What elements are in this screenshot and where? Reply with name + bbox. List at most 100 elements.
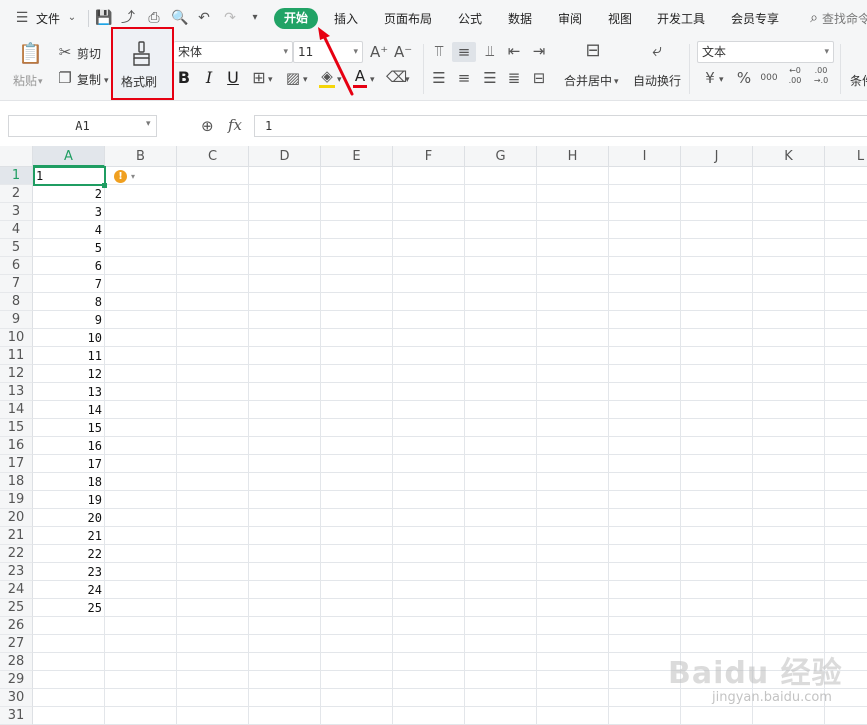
align-middle-icon[interactable]: ≡ xyxy=(455,43,473,61)
row-header-4[interactable]: 4 xyxy=(0,221,33,239)
tab-data[interactable]: 数据 xyxy=(508,10,532,27)
conditional-format-button[interactable]: 条件 xyxy=(850,72,867,89)
row-header-12[interactable]: 12 xyxy=(0,365,33,383)
tab-start[interactable]: 开始 xyxy=(274,8,318,29)
row-header-23[interactable]: 23 xyxy=(0,563,33,581)
cell-a10[interactable]: 10 xyxy=(33,329,105,347)
chevron-down-icon[interactable]: ▾ xyxy=(268,71,273,89)
number-format-select[interactable]: 文本 ▾ xyxy=(697,41,834,63)
function-icon[interactable]: fx xyxy=(228,116,242,134)
search-icon[interactable]: ⌕ xyxy=(806,10,822,26)
tab-insert[interactable]: 插入 xyxy=(334,10,358,27)
merge-center-button[interactable]: 合并居中 xyxy=(564,72,612,89)
fill-handle[interactable] xyxy=(102,183,107,188)
column-header-f[interactable]: F xyxy=(393,146,465,167)
row-header-20[interactable]: 20 xyxy=(0,509,33,527)
wrap-text-button[interactable]: 自动换行 xyxy=(633,72,681,89)
cell-a13[interactable]: 13 xyxy=(33,383,105,401)
column-header-k[interactable]: K xyxy=(753,146,825,167)
row-header-11[interactable]: 11 xyxy=(0,347,33,365)
cell-a4[interactable]: 4 xyxy=(33,221,105,239)
cell-a19[interactable]: 19 xyxy=(33,491,105,509)
hamburger-menu-icon[interactable]: ☰ xyxy=(14,10,30,26)
tab-view[interactable]: 视图 xyxy=(608,10,632,27)
tab-formulas[interactable]: 公式 xyxy=(458,10,482,27)
row-header-28[interactable]: 28 xyxy=(0,653,33,671)
column-header-g[interactable]: G xyxy=(465,146,537,167)
bold-icon[interactable]: B xyxy=(176,69,192,87)
row-header-5[interactable]: 5 xyxy=(0,239,33,257)
thousands-separator-icon[interactable]: 000 xyxy=(759,69,779,87)
paste-button[interactable]: 粘贴 xyxy=(13,72,37,89)
cell-a22[interactable]: 22 xyxy=(33,545,105,563)
cell-a6[interactable]: 6 xyxy=(33,257,105,275)
row-header-30[interactable]: 30 xyxy=(0,689,33,707)
tab-page-layout[interactable]: 页面布局 xyxy=(384,10,432,27)
row-header-17[interactable]: 17 xyxy=(0,455,33,473)
cell-a25[interactable]: 25 xyxy=(33,599,105,617)
row-header-3[interactable]: 3 xyxy=(0,203,33,221)
file-menu[interactable]: 文件 xyxy=(36,10,60,27)
tab-review[interactable]: 审阅 xyxy=(558,10,582,27)
paste-icon[interactable]: 📋 xyxy=(18,43,43,63)
row-header-18[interactable]: 18 xyxy=(0,473,33,491)
cell-a3[interactable]: 3 xyxy=(33,203,105,221)
select-all-corner[interactable] xyxy=(0,146,33,167)
cell-a20[interactable]: 20 xyxy=(33,509,105,527)
align-right-icon[interactable]: ☰ xyxy=(481,69,499,87)
row-header-8[interactable]: 8 xyxy=(0,293,33,311)
column-header-e[interactable]: E xyxy=(321,146,393,167)
align-top-icon[interactable]: ⫪ xyxy=(430,42,448,60)
row-header-31[interactable]: 31 xyxy=(0,707,33,725)
cell-a7[interactable]: 7 xyxy=(33,275,105,293)
chevron-down-icon[interactable]: ⌄ xyxy=(64,10,80,26)
scissors-icon[interactable]: ✂ xyxy=(56,43,74,61)
chevron-down-icon[interactable]: ▾ xyxy=(719,71,724,89)
formula-input[interactable]: 1 xyxy=(254,115,867,137)
warning-icon[interactable]: ! xyxy=(114,170,127,183)
chevron-down-icon[interactable]: ▾ xyxy=(104,72,109,90)
cell-a17[interactable]: 17 xyxy=(33,455,105,473)
cut-button[interactable]: 剪切 xyxy=(77,45,101,62)
cell-a21[interactable]: 21 xyxy=(33,527,105,545)
fill-color-icon[interactable]: ◈ xyxy=(318,67,336,85)
row-header-10[interactable]: 10 xyxy=(0,329,33,347)
copy-button[interactable]: 复制 xyxy=(77,71,101,88)
italic-icon[interactable]: I xyxy=(201,69,217,87)
cell-a8[interactable]: 8 xyxy=(33,293,105,311)
row-header-13[interactable]: 13 xyxy=(0,383,33,401)
row-header-22[interactable]: 22 xyxy=(0,545,33,563)
column-header-d[interactable]: D xyxy=(249,146,321,167)
increase-decimal-icon[interactable]: ←0 .00 xyxy=(785,66,805,86)
currency-icon[interactable]: ¥ xyxy=(702,69,718,87)
row-header-21[interactable]: 21 xyxy=(0,527,33,545)
column-header-i[interactable]: I xyxy=(609,146,681,167)
name-box[interactable]: A1 xyxy=(8,115,157,137)
increase-font-icon[interactable]: A⁺ xyxy=(370,43,388,61)
row-header-25[interactable]: 25 xyxy=(0,599,33,617)
row-header-14[interactable]: 14 xyxy=(0,401,33,419)
wrap-text-icon[interactable]: ⤶ xyxy=(645,42,669,60)
cell-a9[interactable]: 9 xyxy=(33,311,105,329)
redo-icon[interactable]: ↷ xyxy=(222,10,238,26)
align-bottom-icon[interactable]: ⫫ xyxy=(481,42,499,60)
tab-member[interactable]: 会员专享 xyxy=(731,10,779,27)
font-color-icon[interactable]: A xyxy=(352,67,368,85)
copy-icon[interactable]: ❐ xyxy=(56,69,74,87)
column-header-j[interactable]: J xyxy=(681,146,753,167)
font-size-select[interactable]: 11 ▾ xyxy=(293,41,363,63)
cell-a11[interactable]: 11 xyxy=(33,347,105,365)
decrease-font-icon[interactable]: A⁻ xyxy=(394,43,412,61)
chevron-down-icon[interactable]: ▾ xyxy=(131,172,135,181)
row-header-6[interactable]: 6 xyxy=(0,257,33,275)
cell-a2[interactable]: 2 xyxy=(33,185,105,203)
column-header-l[interactable]: L xyxy=(825,146,867,167)
row-header-15[interactable]: 15 xyxy=(0,419,33,437)
cell-a5[interactable]: 5 xyxy=(33,239,105,257)
cell-a18[interactable]: 18 xyxy=(33,473,105,491)
column-header-b[interactable]: B xyxy=(105,146,177,167)
borders-icon[interactable]: ⊞ xyxy=(250,69,268,87)
row-header-19[interactable]: 19 xyxy=(0,491,33,509)
font-name-select[interactable]: 宋体 ▾ xyxy=(174,41,293,63)
cell-a12[interactable]: 12 xyxy=(33,365,105,383)
